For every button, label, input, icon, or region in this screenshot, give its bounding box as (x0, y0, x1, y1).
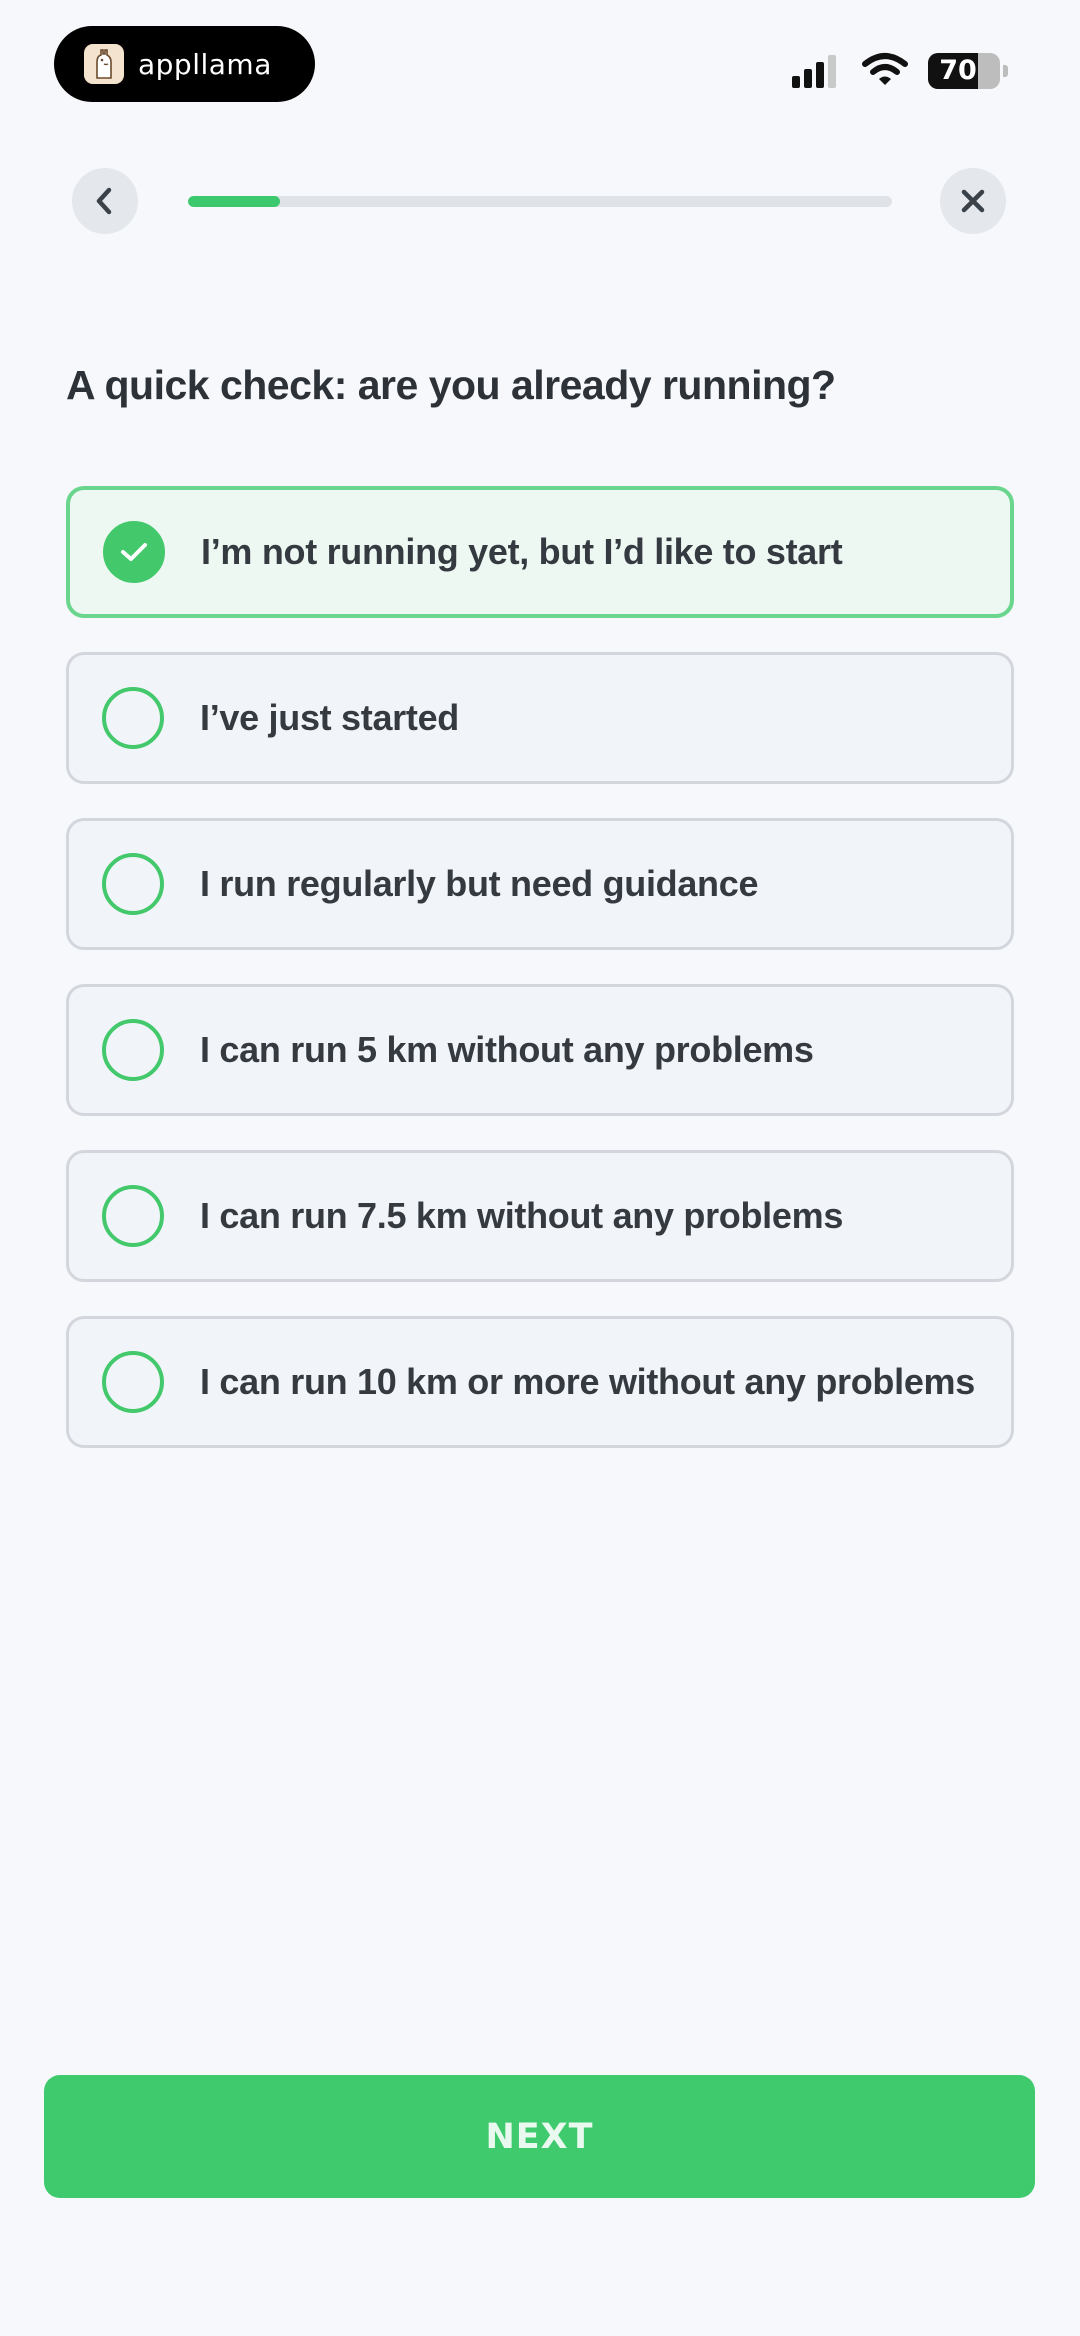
brand-name: appllama (138, 47, 272, 81)
battery-icon: 70 (928, 53, 1000, 89)
appllama-logo-icon (84, 44, 124, 84)
battery-cap (1003, 65, 1008, 77)
radio-checked-icon[interactable] (103, 521, 165, 583)
answer-option-label: I run regularly but need guidance (200, 863, 759, 904)
close-icon (961, 189, 985, 213)
back-button[interactable] (72, 168, 138, 234)
answer-option-label: I’ve just started (200, 697, 459, 738)
answer-option[interactable]: I can run 10 km or more without any prob… (66, 1316, 1014, 1448)
answer-option-label: I’m not running yet, but I’d like to sta… (201, 531, 843, 572)
answer-option-label: I can run 5 km without any problems (200, 1029, 814, 1070)
signal-icon (792, 54, 840, 88)
brand-pill: appllama (54, 26, 315, 102)
status-bar: appllama 70 (0, 0, 1080, 130)
checkmark-icon (121, 543, 147, 561)
radio-unchecked-icon[interactable] (102, 853, 164, 915)
radio-unchecked-icon[interactable] (102, 687, 164, 749)
question-title: A quick check: are you already running? (66, 362, 836, 408)
answer-option[interactable]: I’m not running yet, but I’d like to sta… (66, 486, 1014, 618)
battery-level: 70 (939, 55, 977, 86)
answer-option[interactable]: I’ve just started (66, 652, 1014, 784)
close-button[interactable] (940, 168, 1006, 234)
chevron-left-icon (96, 187, 112, 215)
progress-bar (188, 196, 892, 207)
answer-option[interactable]: I can run 7.5 km without any problems (66, 1150, 1014, 1282)
radio-unchecked-icon[interactable] (102, 1351, 164, 1413)
answer-option[interactable]: I run regularly but need guidance (66, 818, 1014, 950)
progress-fill (188, 196, 280, 207)
answer-option-label: I can run 7.5 km without any problems (200, 1195, 844, 1236)
answer-option[interactable]: I can run 5 km without any problems (66, 984, 1014, 1116)
radio-unchecked-icon[interactable] (102, 1019, 164, 1081)
wifi-icon (862, 52, 908, 91)
radio-unchecked-icon[interactable] (102, 1185, 164, 1247)
status-icons: 70 (792, 50, 1008, 92)
answer-option-label: I can run 10 km or more without any prob… (200, 1361, 975, 1402)
next-button[interactable]: NEXT (44, 2075, 1035, 2198)
options-list: I’m not running yet, but I’d like to sta… (66, 486, 1014, 1482)
